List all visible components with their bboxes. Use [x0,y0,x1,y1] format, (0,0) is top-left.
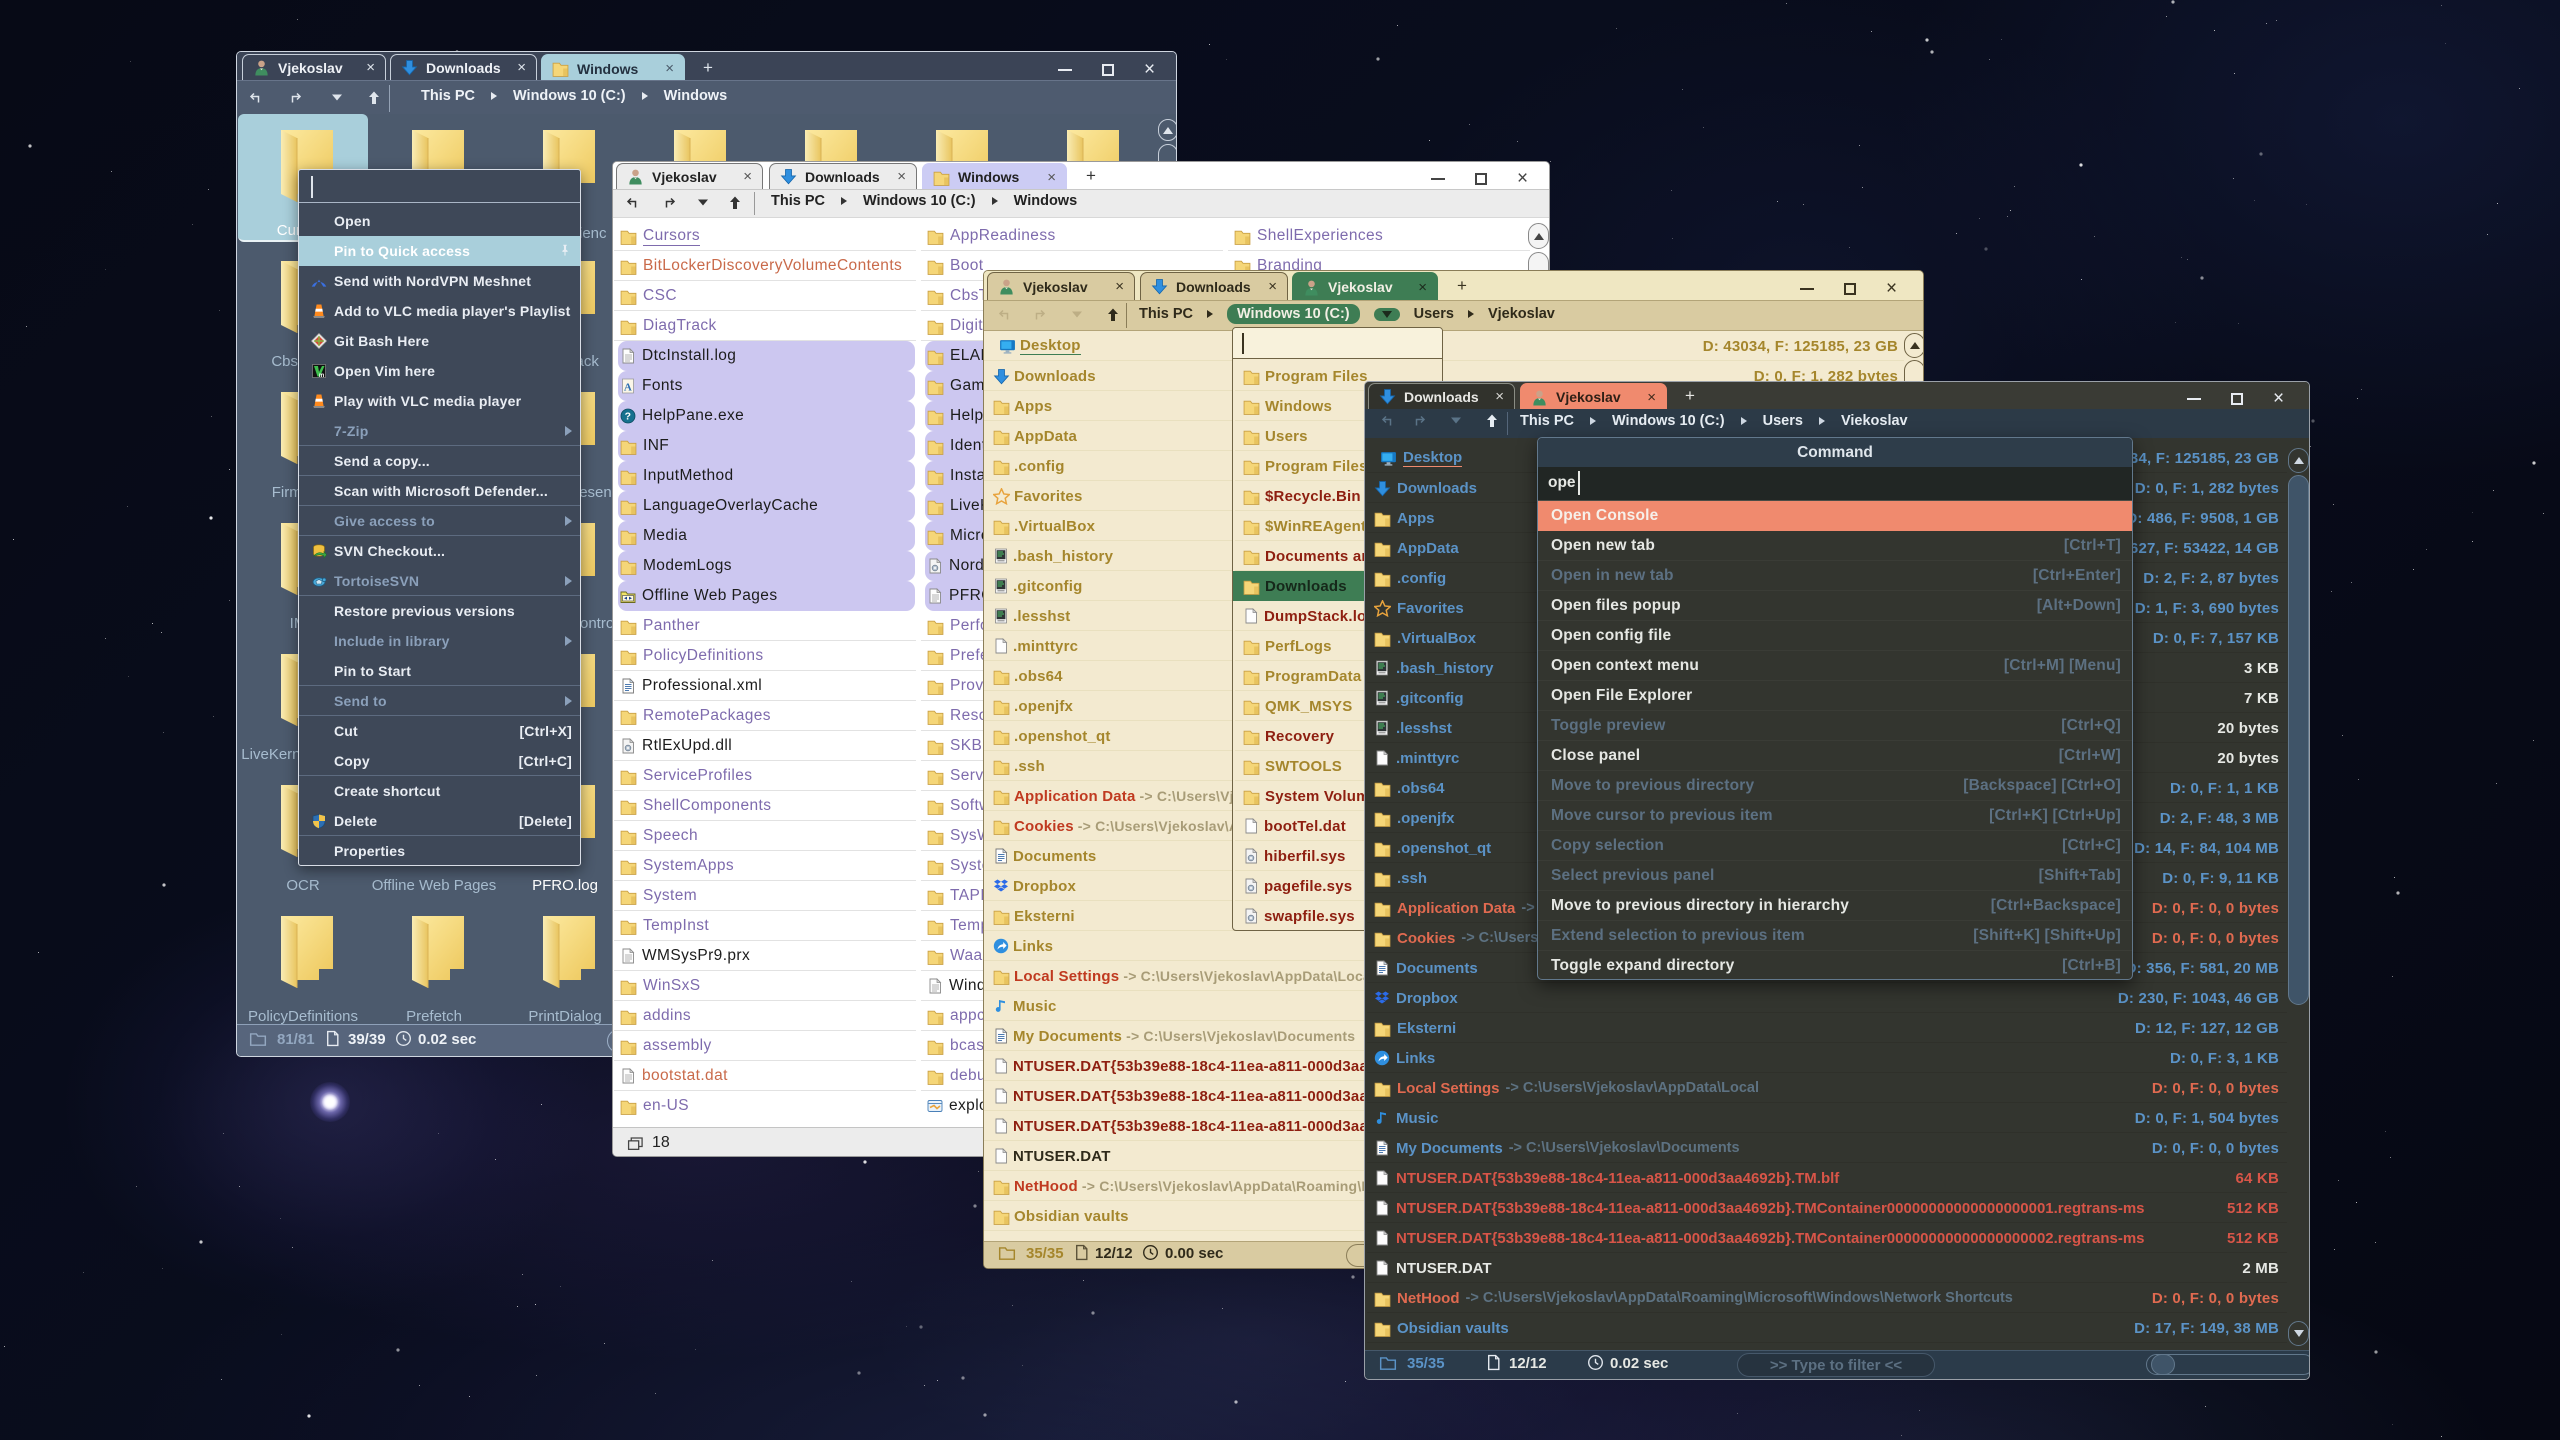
svg-text:m: m [318,373,324,379]
svg-text:A: A [624,381,632,393]
svg-text:?: ? [625,412,632,423]
